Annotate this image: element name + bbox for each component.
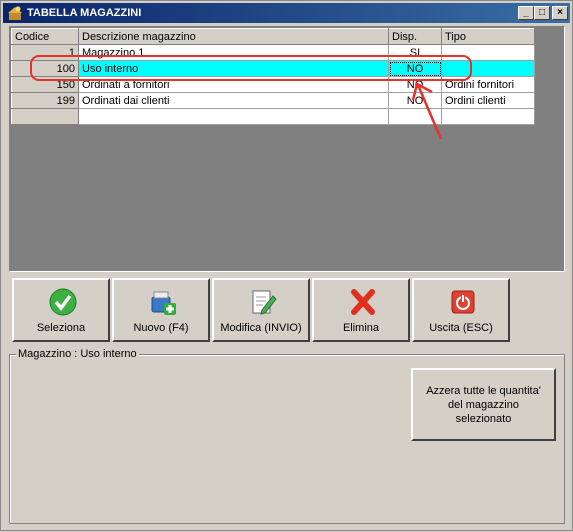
cell-description[interactable] (78, 108, 389, 125)
cell-type[interactable]: Ordini fornitori (441, 76, 535, 93)
cell-type[interactable] (441, 108, 535, 125)
col-header-code[interactable]: Codice (11, 28, 79, 45)
minimize-button[interactable]: _ (518, 6, 534, 20)
warehouse-details-group: Magazzino : Uso interno Azzera tutte le … (9, 348, 565, 524)
table-row[interactable]: 150 Ordinati a fornitori NO Ordini forni… (11, 76, 535, 93)
table-header-row: Codice Descrizione magazzino Disp. Tipo (11, 28, 535, 45)
cell-code: 1 (11, 44, 79, 61)
cell-code: 100 (11, 60, 79, 77)
cell-type[interactable] (441, 60, 535, 77)
select-button-label: Seleziona (36, 322, 86, 334)
close-button[interactable]: × (552, 6, 568, 20)
exit-button[interactable]: Uscita (ESC) (412, 278, 510, 342)
cell-disp[interactable]: NO (388, 76, 442, 93)
table-row[interactable]: 1 Magazzino 1 SI (11, 44, 535, 61)
new-database-icon (151, 291, 176, 315)
new-button-label: Nuovo (F4) (133, 322, 189, 334)
edit-document-icon (252, 290, 277, 315)
action-toolbar: Seleziona Nuovo (F4) Modifica (INVIO) El… (9, 277, 565, 345)
select-button[interactable]: Seleziona (12, 278, 110, 342)
maximize-button[interactable]: □ (534, 6, 550, 20)
cell-description[interactable]: Uso interno (78, 60, 389, 77)
cell-disp[interactable]: SI (388, 44, 442, 61)
app-icon (8, 6, 22, 20)
window-title: TABELLA MAGAZZINI (27, 7, 142, 19)
table-row-new[interactable] (11, 108, 535, 125)
details-legend: Magazzino : Uso interno (16, 348, 139, 360)
delete-button-label: Elimina (342, 322, 380, 334)
edit-button[interactable]: Modifica (INVIO) (212, 278, 310, 342)
edit-button-label: Modifica (INVIO) (220, 322, 302, 334)
cell-disp[interactable]: NO (388, 92, 442, 109)
warehouse-grid-area[interactable]: Codice Descrizione magazzino Disp. Tipo … (9, 26, 565, 272)
new-button[interactable]: Nuovo (F4) (112, 278, 210, 342)
title-bar[interactable]: TABELLA MAGAZZINI _ □ × (3, 3, 570, 23)
table-row[interactable]: 199 Ordinati dai clienti NO Ordini clien… (11, 92, 535, 109)
cell-code: 150 (11, 76, 79, 93)
cell-description[interactable]: Ordinati a fornitori (78, 76, 389, 93)
delete-button[interactable]: Elimina (312, 278, 410, 342)
col-header-type[interactable]: Tipo (441, 28, 535, 45)
delete-x-icon (351, 289, 375, 315)
app-window: TABELLA MAGAZZINI _ □ × Codice Descrizio… (0, 0, 573, 531)
cell-code: 199 (11, 92, 79, 109)
col-header-disp[interactable]: Disp. (388, 28, 442, 45)
power-icon (451, 290, 475, 314)
check-icon (49, 288, 77, 316)
exit-button-label: Uscita (ESC) (429, 322, 493, 334)
reset-quantities-button[interactable]: Azzera tutte le quantita' del magazzino … (411, 368, 556, 441)
cell-code (11, 108, 79, 125)
cell-type[interactable]: Ordini clienti (441, 92, 535, 109)
warehouse-table: Codice Descrizione magazzino Disp. Tipo … (11, 28, 535, 125)
cell-disp[interactable]: NO (388, 60, 442, 77)
cell-type[interactable] (441, 44, 535, 61)
col-header-description[interactable]: Descrizione magazzino (78, 28, 389, 45)
cell-disp[interactable] (388, 108, 442, 125)
cell-description[interactable]: Ordinati dai clienti (78, 92, 389, 109)
table-row-selected[interactable]: 100 Uso interno NO (11, 60, 535, 77)
cell-description[interactable]: Magazzino 1 (78, 44, 389, 61)
